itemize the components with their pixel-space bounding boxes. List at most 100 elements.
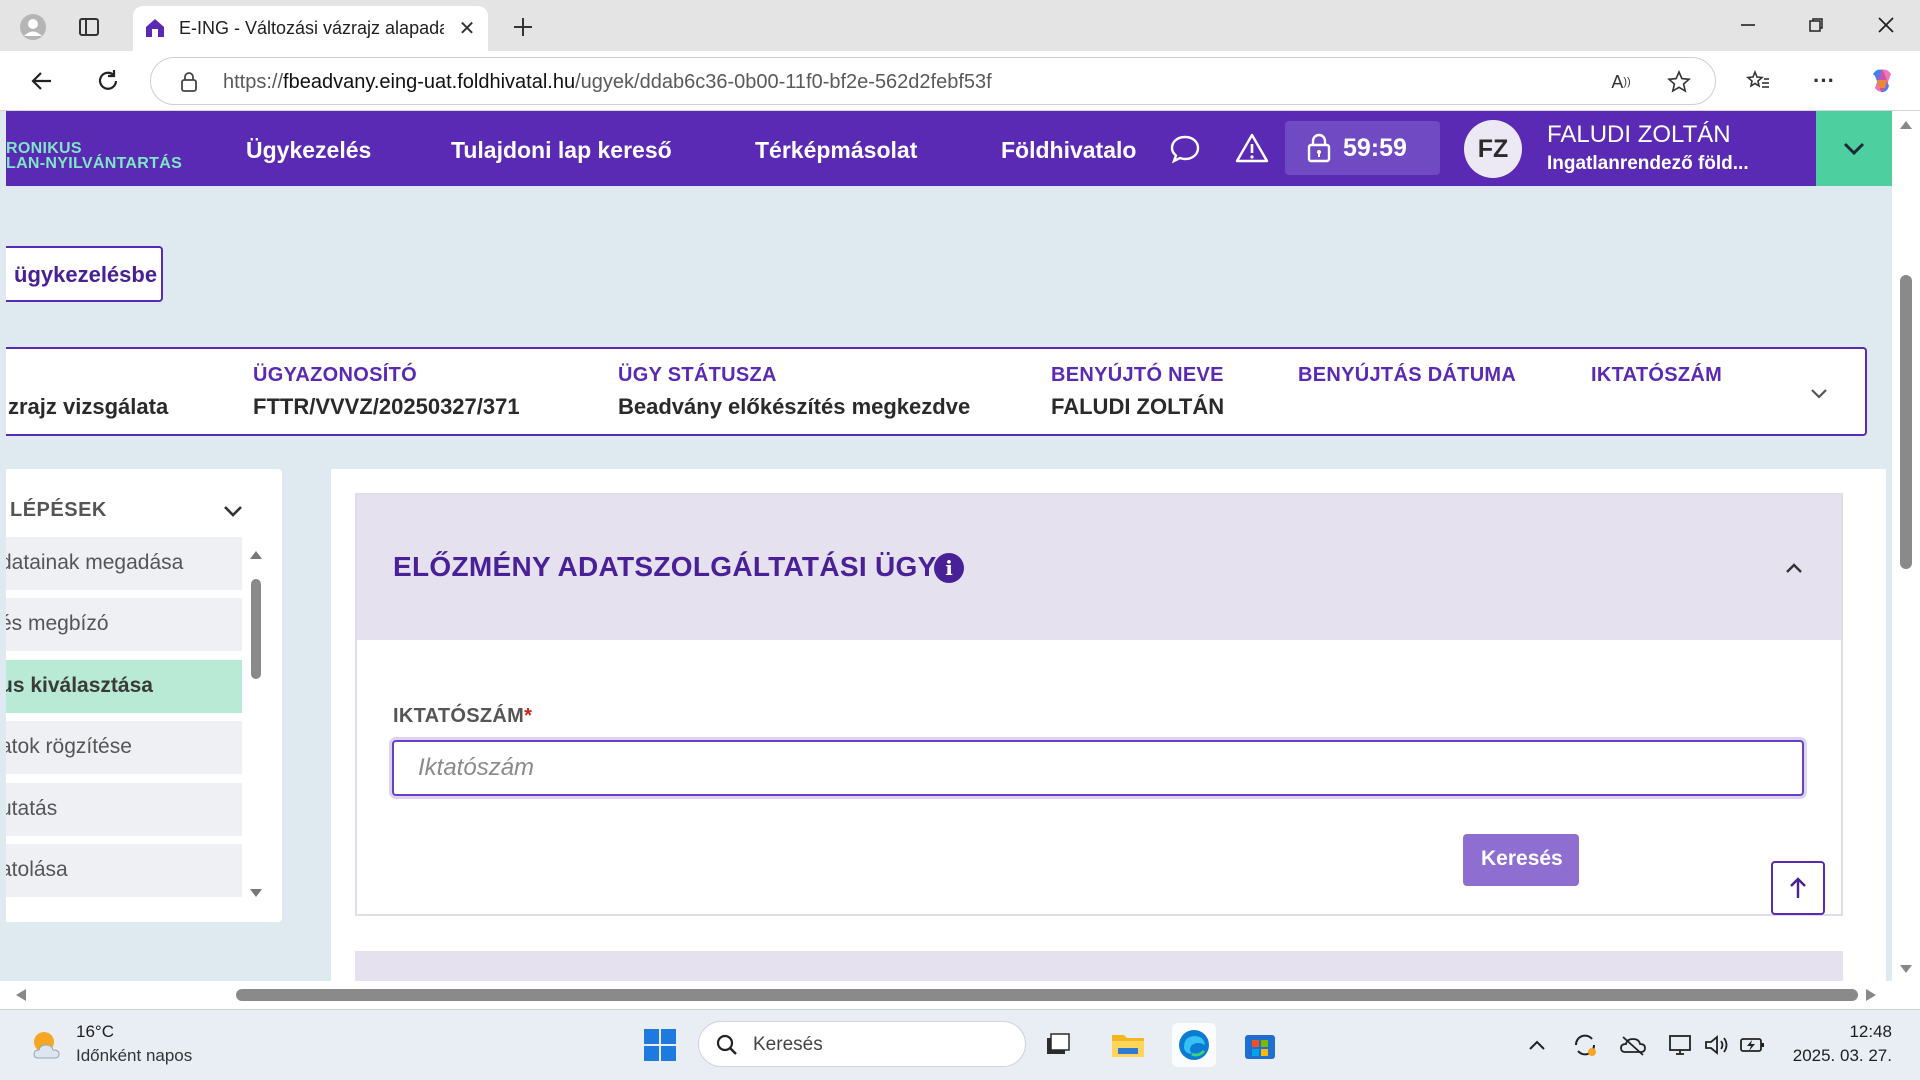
user-organization[interactable]: Ingatlanrendező föld... bbox=[1547, 153, 1749, 175]
weather-sun-cloud-icon[interactable] bbox=[28, 1028, 66, 1067]
step-label: és megbízó bbox=[6, 612, 109, 635]
new-tab-icon[interactable] bbox=[506, 10, 540, 44]
case-type-value: zrajz vizsgálata bbox=[8, 394, 169, 419]
back-arrow-icon[interactable] bbox=[24, 63, 60, 99]
read-aloud-icon[interactable]: A)) bbox=[1603, 64, 1639, 100]
clock-date[interactable]: 2025. 03. 27. bbox=[1784, 1046, 1892, 1066]
step-item[interactable]: és megbízó bbox=[6, 598, 242, 651]
step-item[interactable]: atok rögzítése bbox=[6, 721, 242, 774]
horizontal-scroll-thumb[interactable] bbox=[236, 989, 1858, 1001]
steps-title: LÉPÉSEK bbox=[10, 499, 107, 521]
tab-actions-icon[interactable] bbox=[72, 10, 106, 44]
submission-date-label: BENYÚJTÁS DÁTUMA bbox=[1298, 364, 1517, 386]
previous-case-section: ELŐZMÉNY ADATSZOLGÁLTATÁSI ÜGY i IKTATÓS… bbox=[355, 493, 1843, 916]
back-to-case-management-button[interactable]: ügykezelésbe bbox=[6, 246, 163, 302]
onedrive-cloud-icon[interactable] bbox=[1618, 1030, 1648, 1060]
chevron-up-icon[interactable] bbox=[1779, 553, 1809, 583]
weather-description[interactable]: Időnként napos bbox=[76, 1046, 192, 1066]
steps-collapse-icon[interactable] bbox=[218, 497, 248, 527]
url-field[interactable]: https://fbeadvany.eing-uat.foldhivatal.h… bbox=[150, 57, 1716, 105]
field-label-text: IKTATÓSZÁM bbox=[393, 705, 525, 727]
step-item-active[interactable]: us kiválasztása bbox=[6, 660, 242, 713]
nav-foldhivatalok[interactable]: Földhivatalo bbox=[1001, 137, 1136, 164]
case-info-bar: zrajz vizsgálata ÜGYAZONOSÍTÓ FTTR/VVVZ/… bbox=[6, 347, 1867, 436]
main-card: ELŐZMÉNY ADATSZOLGÁLTATÁSI ÜGY i IKTATÓS… bbox=[331, 469, 1886, 981]
reload-icon[interactable] bbox=[90, 63, 126, 99]
logo-line-1: RONIKUS bbox=[6, 140, 82, 157]
clock-time[interactable]: 12:48 bbox=[1836, 1022, 1892, 1042]
padlock-icon bbox=[1307, 133, 1331, 168]
step-label: atolása bbox=[6, 858, 68, 881]
step-label: us kiválasztása bbox=[6, 674, 153, 697]
registry-number-label: IKTATÓSZÁM bbox=[1591, 364, 1723, 386]
app-logo[interactable]: RONIKUS LAN-NYILVÁNTARTÁS bbox=[6, 140, 182, 172]
taskbar-search-placeholder: Keresés bbox=[753, 1034, 823, 1055]
lock-icon[interactable] bbox=[171, 64, 207, 100]
step-label: datainak megadása bbox=[6, 551, 184, 574]
section-header[interactable]: ELŐZMÉNY ADATSZOLGÁLTATÁSI ÜGY i bbox=[357, 495, 1841, 640]
nav-terkepmasolat[interactable]: Térképmásolat bbox=[755, 137, 917, 164]
search-button[interactable]: Keresés bbox=[1463, 834, 1579, 886]
vertical-scroll-thumb[interactable] bbox=[1900, 275, 1912, 569]
scroll-to-top-button[interactable] bbox=[1771, 861, 1825, 915]
search-icon bbox=[715, 1033, 739, 1062]
step-item[interactable]: datainak megadása bbox=[6, 537, 242, 590]
registry-number-field-label: IKTATÓSZÁM* bbox=[393, 705, 532, 728]
browser-tab-bar: E-ING - Változási vázrajz alapadat ✕ bbox=[0, 0, 1920, 51]
copilot-icon[interactable] bbox=[1864, 63, 1900, 99]
section-title: ELŐZMÉNY ADATSZOLGÁLTATÁSI ÜGY bbox=[393, 551, 937, 582]
tab-title: E-ING - Változási vázrajz alapadat bbox=[179, 18, 444, 38]
weather-temperature[interactable]: 16°C bbox=[76, 1022, 114, 1042]
task-view-icon[interactable] bbox=[1036, 1023, 1080, 1067]
nav-ugykezeles[interactable]: Ügykezelés bbox=[246, 137, 371, 164]
nav-tulajdoni-lap-kereso[interactable]: Tulajdoni lap kereső bbox=[451, 137, 672, 164]
url-host: fbeadvany.eing-uat.foldhivatal.hu bbox=[283, 71, 576, 93]
tab-active[interactable]: E-ING - Változási vázrajz alapadat ✕ bbox=[133, 6, 488, 51]
url-text: https://fbeadvany.eing-uat.foldhivatal.h… bbox=[223, 71, 992, 94]
site-favicon-icon bbox=[143, 16, 167, 40]
submitter-name-value: FALUDI ZOLTÁN bbox=[1051, 394, 1225, 419]
next-section-header[interactable] bbox=[355, 951, 1843, 981]
info-icon[interactable]: i bbox=[934, 553, 964, 583]
timer-value: 59:59 bbox=[1343, 134, 1407, 162]
url-path: /ugyek/ddab6c36-0b00-11f0-bf2e-562d2febf… bbox=[575, 71, 992, 93]
chat-icon[interactable] bbox=[1169, 133, 1201, 170]
step-item[interactable]: utatás bbox=[6, 783, 242, 836]
session-timer[interactable]: 59:59 bbox=[1285, 121, 1440, 175]
search-button-label: Keresés bbox=[1481, 847, 1563, 870]
case-status-label: ÜGY STÁTUSZA bbox=[618, 364, 777, 386]
header-expand-button[interactable] bbox=[1816, 111, 1892, 186]
app-header: RONIKUS LAN-NYILVÁNTARTÁS Ügykezelés Tul… bbox=[6, 111, 1892, 186]
page-horizontal-scrollbar[interactable] bbox=[0, 981, 1920, 1009]
arrow-up-icon bbox=[1790, 877, 1806, 898]
restore-icon[interactable] bbox=[1786, 4, 1846, 46]
steps-scrollbar[interactable] bbox=[248, 549, 264, 899]
user-avatar[interactable]: FZ bbox=[1464, 120, 1522, 178]
microsoft-store-icon[interactable] bbox=[1238, 1023, 1282, 1067]
sync-icon[interactable] bbox=[1570, 1030, 1600, 1060]
step-item[interactable]: atolása bbox=[6, 844, 242, 897]
show-hidden-icons-chevron-up-icon[interactable] bbox=[1522, 1030, 1552, 1060]
page-vertical-scrollbar[interactable] bbox=[1892, 111, 1920, 981]
url-prefix: https:// bbox=[223, 71, 284, 93]
registry-number-input[interactable] bbox=[392, 740, 1804, 796]
case-id-value: FTTR/VVVZ/20250327/371 bbox=[253, 394, 520, 419]
minimize-icon[interactable] bbox=[1718, 4, 1778, 46]
edge-browser-icon[interactable] bbox=[1172, 1023, 1216, 1067]
taskbar-search-box[interactable]: Keresés bbox=[698, 1021, 1026, 1067]
network-icon[interactable] bbox=[1666, 1030, 1696, 1060]
more-menu-icon[interactable]: ··· bbox=[1806, 63, 1842, 99]
case-id-label: ÜGYAZONOSÍTÓ bbox=[253, 364, 417, 386]
favorites-icon[interactable] bbox=[1740, 63, 1776, 99]
favorite-star-icon[interactable] bbox=[1661, 64, 1697, 100]
warning-icon[interactable] bbox=[1235, 132, 1269, 169]
user-name[interactable]: FALUDI ZOLTÁN bbox=[1547, 121, 1731, 149]
tab-close-icon[interactable]: ✕ bbox=[453, 14, 481, 42]
file-explorer-icon[interactable] bbox=[1106, 1023, 1150, 1067]
profile-icon[interactable] bbox=[16, 10, 50, 44]
battery-icon[interactable] bbox=[1738, 1030, 1768, 1060]
volume-icon[interactable] bbox=[1702, 1030, 1732, 1060]
start-windows-icon[interactable] bbox=[638, 1023, 682, 1067]
close-window-icon[interactable] bbox=[1856, 4, 1916, 46]
case-info-expand-icon[interactable] bbox=[1804, 379, 1834, 409]
